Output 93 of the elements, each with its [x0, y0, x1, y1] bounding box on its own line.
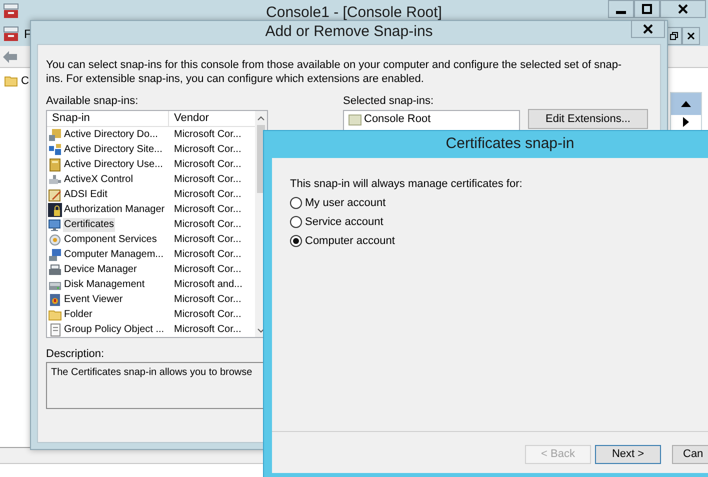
network-icon	[48, 142, 62, 156]
edit-extensions-button[interactable]: Edit Extensions...	[528, 109, 648, 129]
minimize-button[interactable]	[608, 0, 634, 18]
snap-in-name: Folder	[63, 308, 94, 322]
vendor-cell-text: Microsoft Cor...	[173, 323, 242, 337]
vendor-cell-text: Microsoft Cor...	[173, 173, 242, 187]
vendor-cell-text: Microsoft Cor...	[173, 128, 242, 142]
close-icon	[643, 24, 653, 34]
intro-text: You can select snap-ins for this console from those available on your computer and configure the selected set of snap-ins. For extensible snap-ins, you can configure which extensions are enabled.	[46, 58, 623, 86]
tree-item[interactable]: C	[21, 72, 29, 90]
radio-button[interactable]	[290, 216, 302, 228]
close-icon	[678, 4, 688, 14]
radio-option[interactable]: My user account	[290, 196, 386, 210]
column-header[interactable]: Snap-in	[47, 111, 169, 126]
snap-in-name: Device Manager	[63, 262, 138, 276]
scrollbar[interactable]	[670, 92, 702, 132]
vendor-cell-text: Microsoft Cor...	[173, 263, 242, 277]
vendor-cell-text: Microsoft Cor...	[173, 248, 242, 262]
snap-in-row[interactable]: Active Directory Use... Microsoft Cor...	[47, 157, 255, 172]
restore-icon	[670, 32, 678, 40]
column-header[interactable]: Vendor	[169, 111, 255, 126]
server-icon	[48, 128, 62, 142]
wizard-button[interactable]: Next >	[595, 445, 661, 464]
close-button[interactable]	[631, 20, 665, 38]
toolbox-icon	[3, 26, 19, 42]
maximize-button[interactable]	[634, 0, 660, 18]
vendor-cell-text: Microsoft Cor...	[173, 188, 242, 202]
snap-in-name: Event Viewer	[63, 292, 124, 306]
radio-button[interactable]	[290, 235, 302, 247]
selected-label: Selected snap-ins:	[343, 95, 434, 108]
vendor-cell-text: Microsoft Cor...	[173, 233, 242, 247]
minimize-icon	[616, 11, 626, 14]
snap-in-row[interactable]: Active Directory Site... Microsoft Cor...	[47, 142, 255, 157]
monitor-icon	[48, 218, 62, 232]
close-button[interactable]	[682, 27, 700, 45]
snap-in-row[interactable]: Computer Managem... Microsoft Cor...	[47, 247, 255, 262]
snap-in-name: ADSI Edit	[63, 188, 108, 202]
plug-icon	[48, 172, 62, 186]
snap-in-row[interactable]: Component Services Microsoft Cor...	[47, 232, 255, 247]
vendor-cell-text: Microsoft Cor...	[173, 293, 242, 307]
snap-in-name: Active Directory Do...	[63, 128, 159, 142]
radio-option[interactable]: Computer account	[290, 234, 395, 248]
prompt-text: This snap-in will always manage certificates for:	[290, 178, 524, 191]
right-arrow-icon[interactable]	[683, 117, 689, 127]
snap-in-row[interactable]: Group Policy Object ... Microsoft Cor...	[47, 322, 255, 337]
vendor-cell-text: Microsoft Cor...	[173, 143, 242, 157]
book-icon	[48, 158, 62, 172]
toolbox-icon	[3, 3, 19, 19]
description-label: Description:	[46, 348, 106, 361]
close-icon	[687, 32, 695, 40]
vendor-cell-text: Microsoft Cor...	[173, 308, 242, 322]
printer-icon	[48, 262, 62, 276]
radio-button[interactable]	[290, 197, 302, 209]
folder-icon	[4, 74, 18, 88]
vendor-cell-text: Microsoft Cor...	[173, 203, 242, 217]
up-arrow-icon[interactable]	[681, 101, 691, 107]
vendor-cell-text: Microsoft and...	[173, 278, 242, 292]
snap-in-name: Computer Managem...	[63, 248, 164, 262]
snap-in-row[interactable]: Authorization Manager Microsoft Cor...	[47, 202, 255, 217]
snap-in-row[interactable]: Active Directory Do... Microsoft Cor...	[47, 127, 255, 142]
snap-in-name: Certificates	[63, 218, 116, 232]
snap-in-name: ActiveX Control	[63, 172, 134, 186]
pencil-icon	[48, 188, 62, 202]
folder-icon	[48, 308, 62, 322]
snap-in-row[interactable]: ActiveX Control Microsoft Cor...	[47, 172, 255, 187]
snap-in-row[interactable]: ADSI Edit Microsoft Cor...	[47, 187, 255, 202]
snap-in-row[interactable]: Folder Microsoft Cor...	[47, 307, 255, 322]
snap-in-row[interactable]: Event Viewer Microsoft Cor...	[47, 292, 255, 307]
snap-in-name: Disk Management	[63, 278, 146, 292]
wizard-title: Certificates snap-in	[446, 134, 574, 154]
vendor-cell-text: Microsoft Cor...	[173, 218, 242, 232]
snap-in-row[interactable]: Disk Management Microsoft and...	[47, 277, 255, 292]
snap-in-name: Active Directory Site...	[63, 142, 164, 156]
back-arrow-icon[interactable]	[3, 50, 17, 62]
radio-option[interactable]: Service account	[290, 215, 384, 229]
snap-in-name: Active Directory Use...	[63, 158, 164, 172]
maximize-icon	[642, 4, 652, 14]
selected-item[interactable]: Console Root	[364, 111, 431, 128]
available-label: Available snap-ins:	[46, 95, 140, 108]
snap-in-name: Authorization Manager	[63, 202, 166, 216]
dialog-title: Add or Remove Snap-ins	[265, 22, 433, 42]
description-text: The Certificates snap-in allows you to browse	[51, 367, 252, 378]
snap-in-name: Group Policy Object ...	[63, 322, 166, 336]
folder-icon	[348, 112, 362, 126]
lock-icon	[48, 202, 62, 216]
vendor-cell-text: Microsoft Cor...	[173, 158, 242, 172]
window-title: Console1 - [Console Root]	[266, 3, 442, 23]
close-button[interactable]	[660, 0, 706, 18]
snap-in-name: Component Services	[63, 232, 158, 246]
snap-in-row[interactable]: Device Manager Microsoft Cor...	[47, 262, 255, 277]
computer-icon	[48, 248, 62, 262]
wizard-button[interactable]: Can	[672, 445, 708, 464]
snap-in-row[interactable]: Certificates Microsoft Cor...	[47, 217, 255, 232]
